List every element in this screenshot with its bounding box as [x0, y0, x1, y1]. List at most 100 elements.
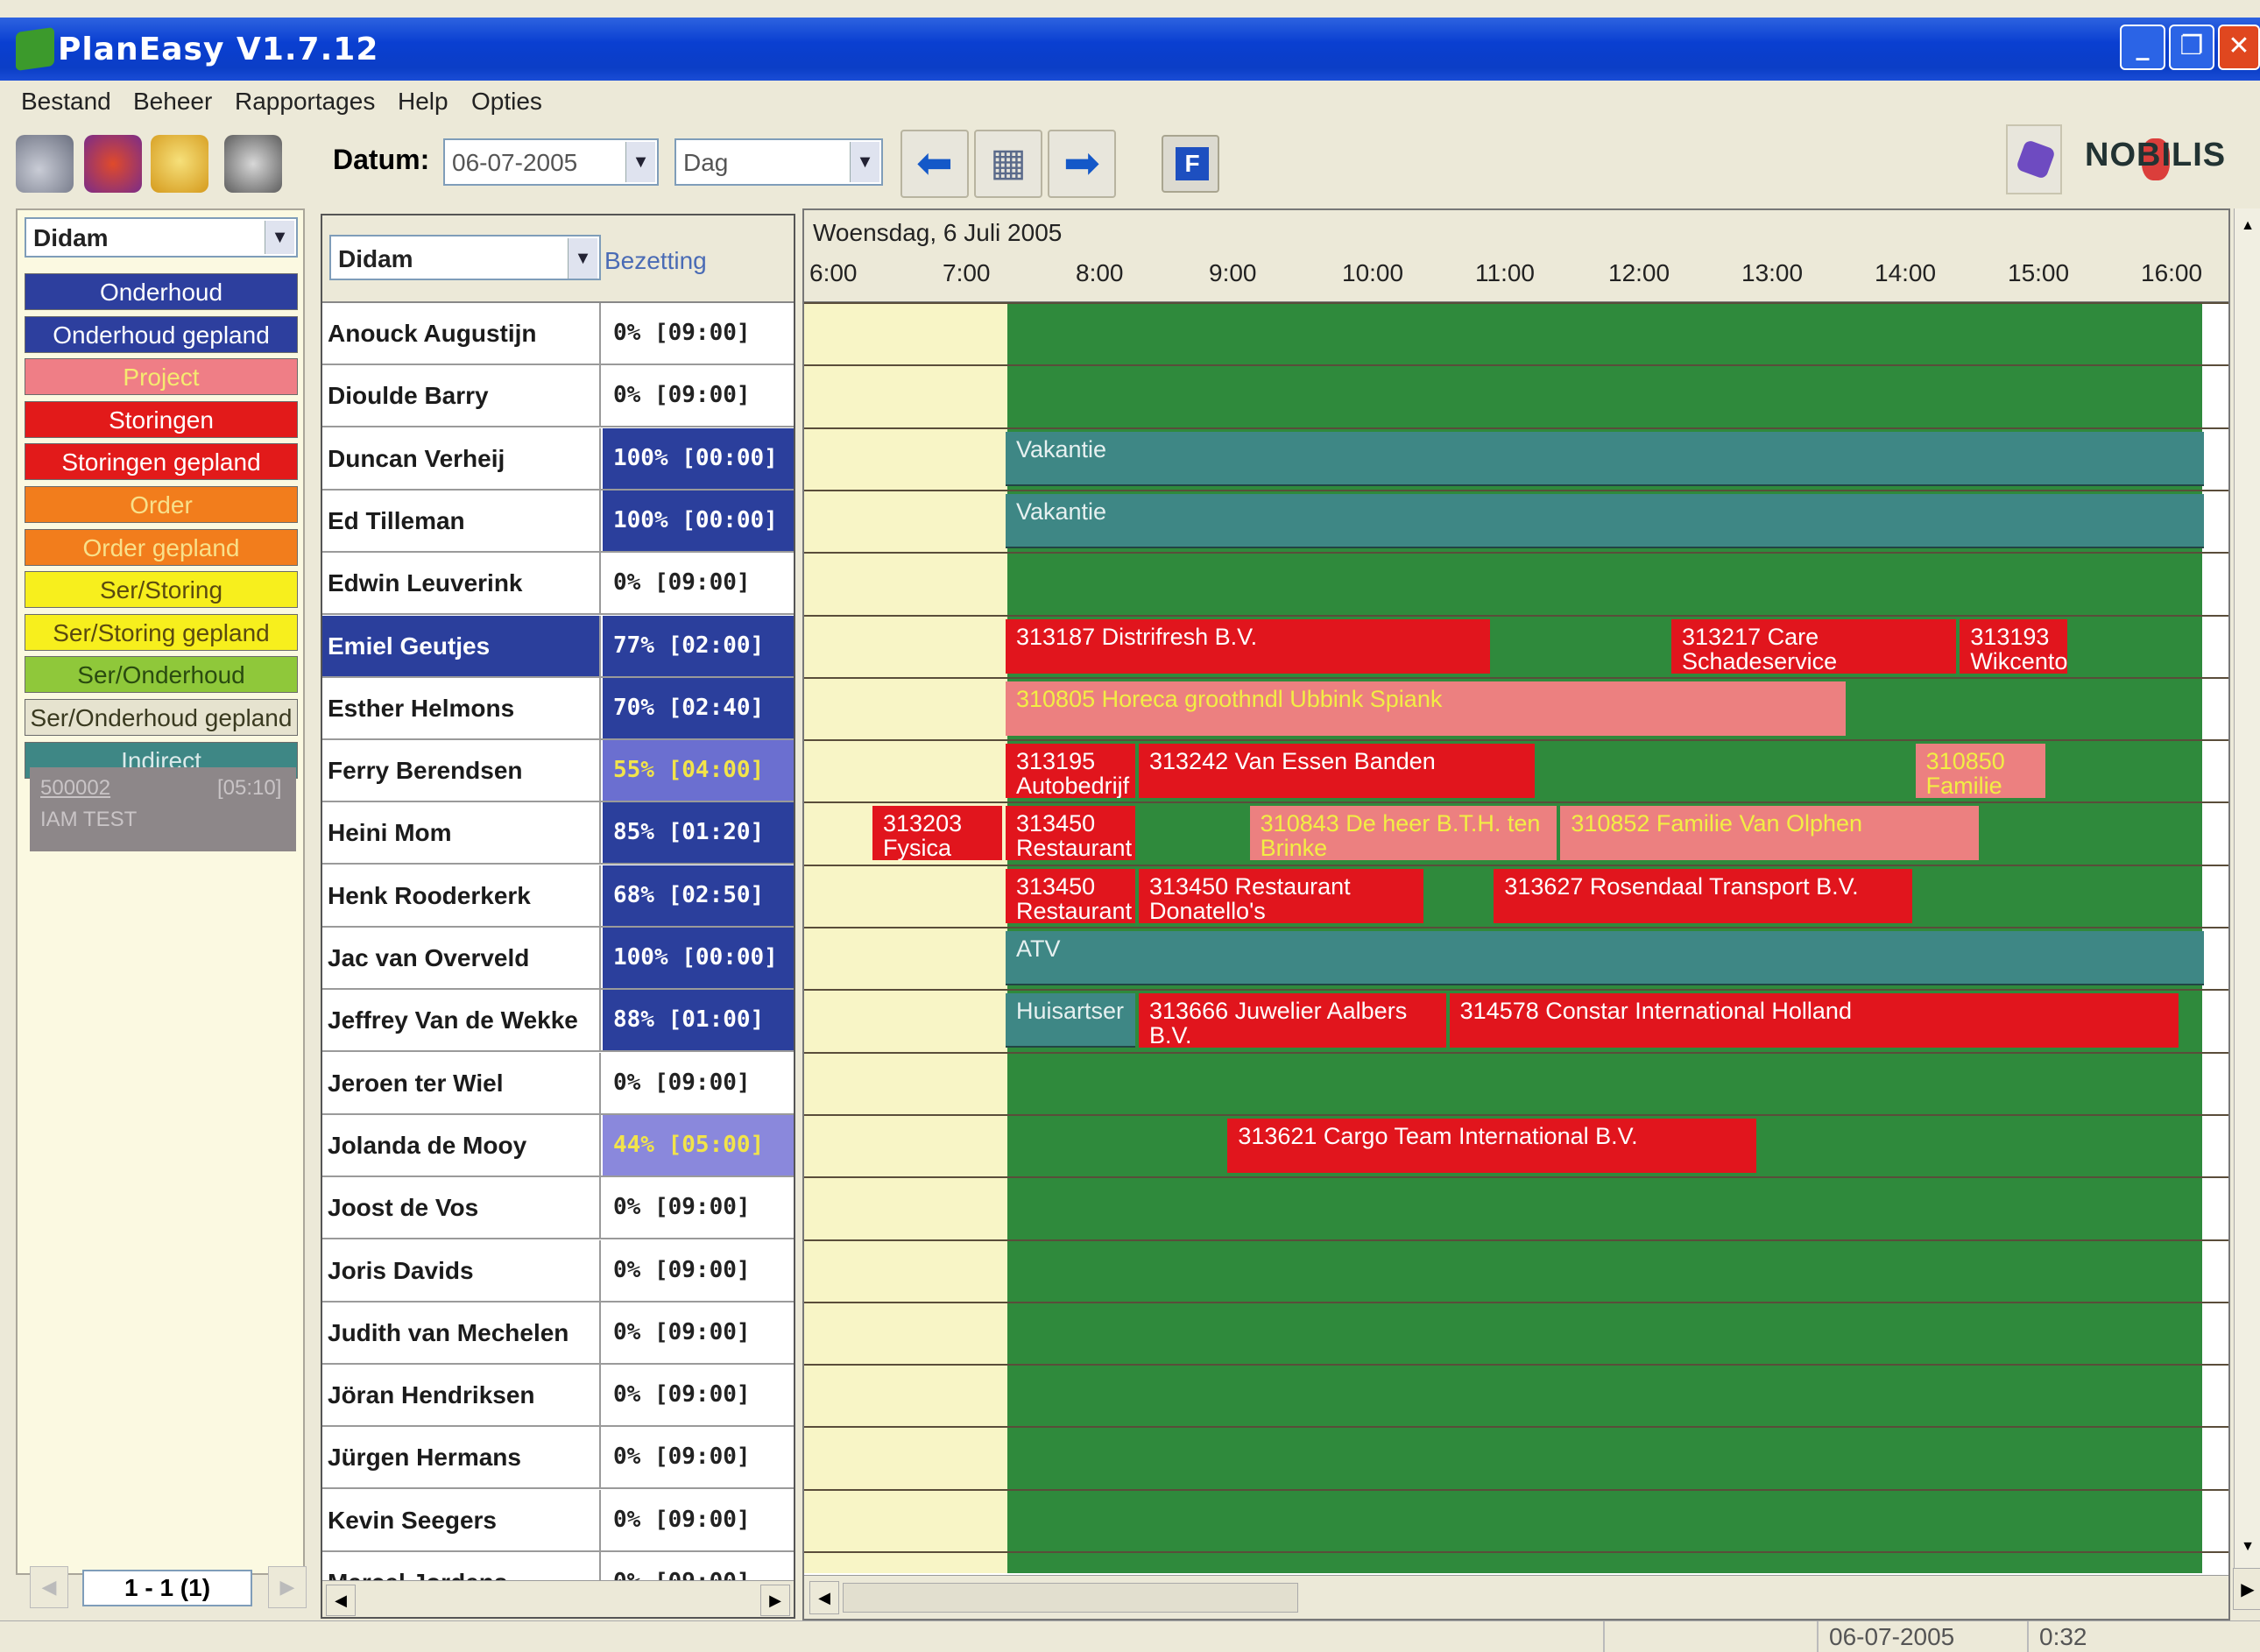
- date-select[interactable]: 06-07-2005 ▼: [443, 138, 659, 186]
- view-select[interactable]: Dag ▼: [674, 138, 883, 186]
- employee-name: Jolanda de Mooy: [322, 1114, 601, 1175]
- employee-row[interactable]: Heini Mom 85% [01:20]: [322, 802, 794, 865]
- schedule-horizontal-scrollbar[interactable]: ◀: [804, 1575, 2228, 1619]
- appointment-block[interactable]: 313203 Fysica: [872, 806, 1002, 861]
- appointment-block[interactable]: 313666 Juwelier Aalbers B.V.: [1139, 993, 1446, 1048]
- row-line: [804, 552, 2228, 554]
- scroll-up-icon[interactable]: ▲: [2236, 210, 2259, 242]
- employee-name: Esther Helmons: [322, 677, 601, 738]
- appointment-block[interactable]: 310850 Familie: [1915, 744, 2045, 799]
- appointment-block[interactable]: ATV: [1006, 931, 2204, 985]
- appointment-block[interactable]: 310852 Familie Van Olphen: [1560, 806, 1979, 861]
- employee-row[interactable]: Edwin Leuverink 0% [09:00]: [322, 553, 794, 616]
- pager-next-button[interactable]: ▶: [268, 1566, 307, 1608]
- employee-row[interactable]: Jürgen Hermans 0% [09:00]: [322, 1427, 794, 1490]
- appointment-block[interactable]: 310805 Horeca groothndl Ubbink Spiank: [1006, 681, 1846, 736]
- scroll-left-icon[interactable]: ◀: [809, 1581, 839, 1614]
- employee-row[interactable]: Jac van Overveld 100% [00:00]: [322, 928, 794, 990]
- scroll-left-icon[interactable]: ◀: [326, 1585, 356, 1616]
- appointment-block[interactable]: 313450 Restaurant: [1006, 806, 1135, 861]
- appointment-block[interactable]: 313217 Care Schadeservice: [1671, 618, 1957, 674]
- scroll-right-icon[interactable]: ▶: [760, 1585, 790, 1616]
- appointment-block[interactable]: 313450 Restaurant: [1006, 868, 1135, 923]
- row-line: [804, 1551, 2228, 1553]
- previous-day-button[interactable]: ⬅: [900, 130, 969, 198]
- category-ser-onderhoud-gepland[interactable]: Ser/Onderhoud gepland: [25, 699, 298, 736]
- scroll-right-icon[interactable]: ▶: [2233, 1568, 2260, 1610]
- off-hours-area: [804, 303, 1007, 1573]
- category-ser-storing[interactable]: Ser/Storing: [25, 571, 298, 609]
- appointment-block[interactable]: Vakantie: [1006, 493, 2204, 548]
- restore-button[interactable]: ❐: [2169, 25, 2214, 70]
- pager: ◀ 1 - 1 (1) ▶: [30, 1566, 308, 1608]
- employee-row[interactable]: Dioulde Barry 0% [09:00]: [322, 365, 794, 428]
- employee-row[interactable]: Emiel Geutjes 77% [02:00]: [322, 615, 794, 678]
- category-onderhoud[interactable]: Onderhoud: [25, 273, 298, 310]
- appointment-block[interactable]: 313450 Restaurant Donatello's: [1139, 868, 1424, 923]
- category-order-gepland[interactable]: Order gepland: [25, 528, 298, 566]
- employee-row[interactable]: Kevin Seegers 0% [09:00]: [322, 1489, 794, 1552]
- minimize-button[interactable]: _: [2120, 25, 2165, 70]
- employee-occupancy: 100% [00:00]: [603, 928, 794, 988]
- menu-bestand[interactable]: Bestand: [21, 88, 111, 116]
- menu-help[interactable]: Help: [398, 88, 448, 116]
- chevron-down-icon[interactable]: ▼: [568, 238, 597, 279]
- satellite-icon[interactable]: [16, 135, 74, 193]
- category-project[interactable]: Project: [25, 358, 298, 396]
- schedule-vertical-scrollbar[interactable]: ▲ ▼ ▶: [2233, 208, 2260, 1610]
- pending-order-card[interactable]: 500002 [05:10] IAM TEST: [30, 767, 296, 851]
- category-panel: Didam ▼ Onderhoud Onderhoud gepland Projec…: [16, 208, 307, 1608]
- category-storingen-gepland[interactable]: Storingen gepland: [25, 443, 298, 481]
- appointment-block[interactable]: 314578 Constar International Holland: [1449, 993, 2179, 1048]
- employee-horizontal-scrollbar[interactable]: ◀ ▶: [322, 1580, 794, 1617]
- employee-row[interactable]: Ferry Berendsen 55% [04:00]: [322, 740, 794, 803]
- gem-button[interactable]: [2006, 124, 2062, 194]
- employee-row[interactable]: Joost de Vos 0% [09:00]: [322, 1177, 794, 1240]
- pager-prev-button[interactable]: ◀: [30, 1566, 68, 1608]
- employee-row[interactable]: Esther Helmons 70% [02:40]: [322, 677, 794, 740]
- chevron-down-icon[interactable]: ▼: [625, 142, 655, 182]
- employee-row[interactable]: Joris Davids 0% [09:00]: [322, 1239, 794, 1303]
- scroll-down-icon[interactable]: ▼: [2236, 1531, 2259, 1563]
- employee-header: Didam ▼ Bezetting: [322, 215, 794, 303]
- employee-row[interactable]: Duncan Verheij 100% [00:00]: [322, 427, 794, 491]
- refresh-icon[interactable]: [151, 135, 208, 193]
- appointment-block[interactable]: 313627 Rosendaal Transport B.V.: [1494, 868, 1912, 923]
- users-icon[interactable]: [84, 135, 142, 193]
- appointment-block[interactable]: 313621 Cargo Team International B.V.: [1227, 1118, 1757, 1173]
- appointment-block[interactable]: 310843 De heer B.T.H. ten Brinke: [1249, 806, 1557, 861]
- scroll-thumb[interactable]: [843, 1583, 1298, 1613]
- disk-icon[interactable]: [224, 135, 282, 193]
- employee-row[interactable]: Ed Tilleman 100% [00:00]: [322, 490, 794, 553]
- appointment-block[interactable]: 313187 Distrifresh B.V.: [1006, 618, 1491, 674]
- employee-row[interactable]: Jolanda de Mooy 44% [05:00]: [322, 1114, 794, 1177]
- employee-location-select[interactable]: Didam ▼: [329, 235, 601, 280]
- appointment-block[interactable]: Huisartser: [1006, 993, 1135, 1048]
- employee-row[interactable]: Judith van Mechelen 0% [09:00]: [322, 1302, 794, 1365]
- close-button[interactable]: ✕: [2218, 25, 2260, 70]
- menu-opties[interactable]: Opties: [471, 88, 542, 116]
- employee-row[interactable]: Jeroen ter Wiel 0% [09:00]: [322, 1052, 794, 1115]
- appointment-block[interactable]: 313195 Autobedrijf: [1006, 744, 1135, 799]
- employee-row[interactable]: Anouck Augustijn 0% [09:00]: [322, 303, 794, 365]
- appointment-block[interactable]: 313242 Van Essen Banden: [1139, 744, 1535, 799]
- category-order[interactable]: Order: [25, 486, 298, 523]
- employee-row[interactable]: Jeffrey Van de Wekke 88% [01:00]: [322, 990, 794, 1053]
- f-button[interactable]: F: [1162, 135, 1219, 193]
- category-storingen[interactable]: Storingen: [25, 400, 298, 438]
- category-ser-storing-gepland[interactable]: Ser/Storing gepland: [25, 613, 298, 651]
- appointment-block[interactable]: 313193 Wikcento: [1960, 618, 2067, 674]
- chevron-down-icon[interactable]: ▼: [265, 221, 294, 254]
- menu-rapportages[interactable]: Rapportages: [235, 88, 375, 116]
- employee-row[interactable]: Jöran Hendriksen 0% [09:00]: [322, 1365, 794, 1428]
- chevron-down-icon[interactable]: ▼: [850, 142, 879, 182]
- appointment-block[interactable]: Vakantie: [1006, 431, 2204, 486]
- next-day-button[interactable]: ➡: [1048, 130, 1116, 198]
- occupancy-column-header[interactable]: Bezetting: [604, 247, 707, 275]
- category-onderhoud-gepland[interactable]: Onderhoud gepland: [25, 315, 298, 353]
- menu-beheer[interactable]: Beheer: [133, 88, 212, 116]
- calendar-button[interactable]: ▦: [974, 130, 1042, 198]
- category-ser-onderhoud[interactable]: Ser/Onderhoud: [25, 656, 298, 694]
- location-select[interactable]: Didam ▼: [25, 217, 298, 258]
- employee-row[interactable]: Henk Rooderkerk 68% [02:50]: [322, 865, 794, 928]
